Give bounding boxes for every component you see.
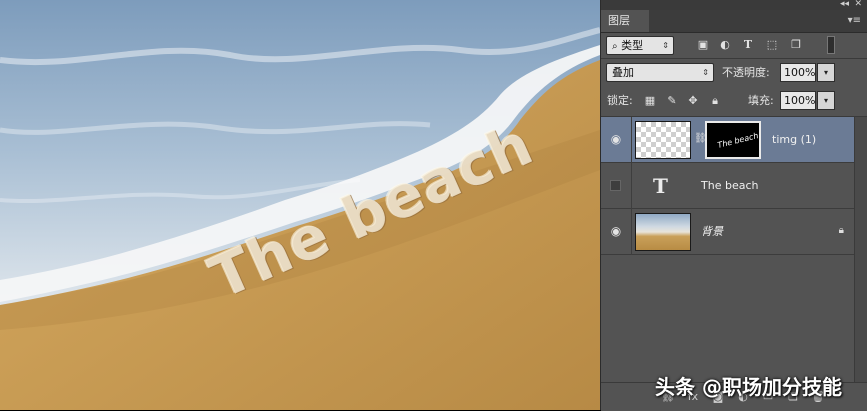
filter-toggle-switch[interactable] [827,36,835,54]
layer-row-background[interactable]: ◉ 背景 🔒︎ [601,209,854,255]
filter-row: ⌕ 类型 ⇕ ▣ ◐ T ⬚ ❐ [601,33,867,57]
mask-link-icon[interactable]: ⛓ [694,133,707,145]
divider [631,209,632,255]
layer-thumbnail[interactable] [635,121,691,159]
tab-layers[interactable]: 图层 [601,10,649,32]
filter-pixel-icon[interactable]: ▣ [696,38,710,52]
lock-label: 锁定: [607,94,633,107]
layer-mask-thumbnail[interactable]: The beach [705,121,761,159]
divider [631,117,632,163]
blend-mode-select[interactable]: 叠加 ⇕ [606,63,714,82]
blend-mode-value: 叠加 [612,66,634,79]
search-icon: ⌕ [612,41,618,52]
layer-name[interactable]: The beach [701,163,758,209]
select-arrows-icon: ⇕ [662,41,669,50]
opacity-input[interactable]: 100% [780,63,816,82]
layer-row-timg[interactable]: ◉ ⛓ The beach timg (1) [601,117,854,163]
lock-position-icon[interactable]: ✥ [686,94,700,108]
visibility-eye-icon[interactable]: ◉ [609,224,623,238]
opacity-dropdown-button[interactable]: ▾ [817,63,835,82]
lock-transparent-pixels-icon[interactable]: ▦ [643,94,657,108]
select-arrows-icon: ⇕ [702,68,709,77]
watermark-text: 头条 @职场加分技能 [655,375,842,399]
mask-text: The beach [716,131,760,150]
filter-shape-icon[interactable]: ⬚ [765,38,779,52]
filter-adjustment-icon[interactable]: ◐ [718,38,732,52]
blend-row: 叠加 ⇕ 不透明度: 100% ▾ [601,61,867,85]
layer-name[interactable]: 背景 [701,209,723,255]
fill-label: 填充: [748,94,774,107]
opacity-label: 不透明度: [722,66,770,79]
close-panel-icon[interactable]: ✕ [854,0,862,9]
separator [601,58,867,59]
lock-all-icon[interactable]: 🔒︎ [708,94,722,108]
lock-image-pixels-icon[interactable]: ✎ [665,94,679,108]
layer-row-the-beach[interactable]: T The beach [601,163,854,209]
panel-menu-icon[interactable]: ▾≡ [848,15,861,26]
fill-dropdown-button[interactable]: ▾ [817,91,835,110]
divider [631,163,632,209]
panel-top-strip: ◂◂ ✕ [601,0,867,10]
filter-type-select[interactable]: ⌕ 类型 ⇕ [606,36,674,55]
collapse-panel-icon[interactable]: ◂◂ [840,0,849,9]
layer-name[interactable]: timg (1) [772,117,816,163]
text-layer-icon: T [653,174,668,198]
panel-tab-bar: 图层 ▾≡ [601,10,867,33]
layer-lock-icon: 🔒︎ [838,225,844,236]
filter-smart-object-icon[interactable]: ❐ [789,38,803,52]
filter-type-value: 类型 [621,39,644,52]
visibility-eye-icon[interactable]: ◉ [609,132,623,146]
visibility-toggle-off[interactable] [610,180,621,191]
layers-scrollbar[interactable] [854,117,867,382]
document-canvas[interactable]: The beach [0,0,600,410]
layers-panel: ◂◂ ✕ 图层 ▾≡ ⌕ 类型 ⇕ ▣ ◐ T ⬚ ❐ 叠加 ⇕ 不透明度: 1… [600,0,867,411]
fill-input[interactable]: 100% [780,91,816,110]
lock-row: 锁定: ▦ ✎ ✥ 🔒︎ 填充: 100% ▾ [601,89,867,113]
layer-thumbnail[interactable] [635,213,691,251]
filter-text-icon[interactable]: T [741,38,755,52]
